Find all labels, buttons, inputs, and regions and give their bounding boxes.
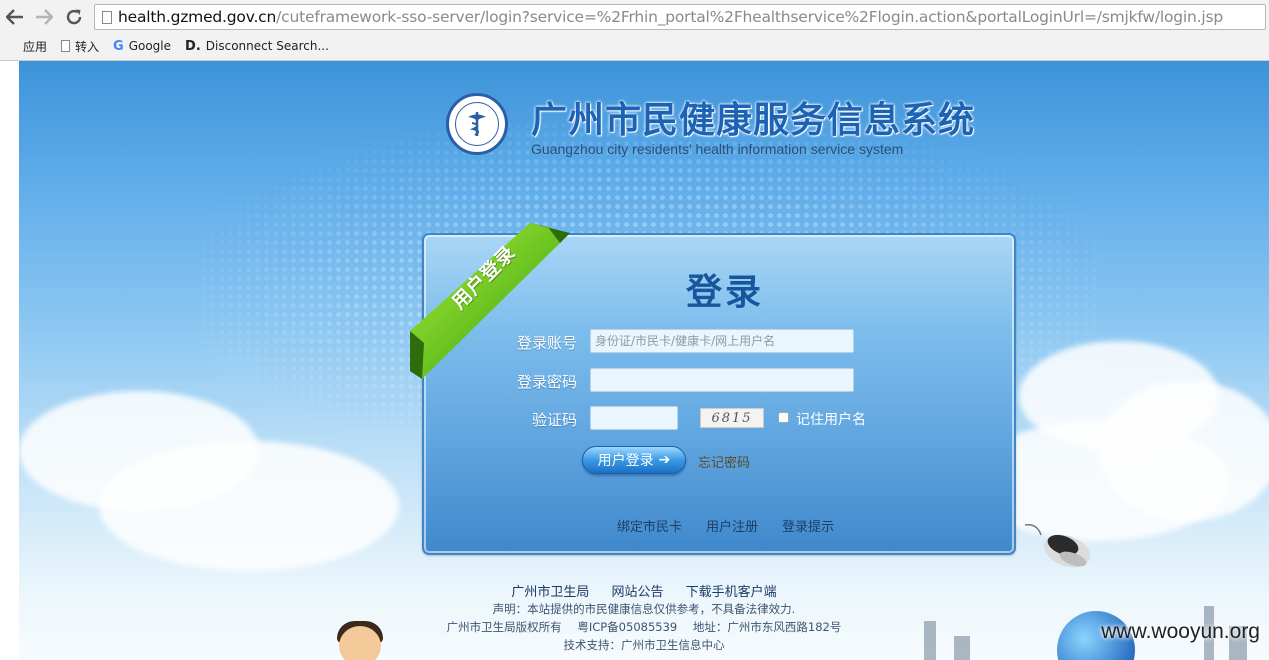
system-subtitle: Guangzhou city residents' health informa… — [531, 141, 904, 157]
url-host: health.gzmed.gov.cn — [118, 8, 277, 26]
captcha-image[interactable]: 6815 — [700, 408, 764, 428]
bookmark-zhuanru[interactable]: 转入 — [61, 38, 99, 55]
navigation-bar: health.gzmed.gov.cn/cuteframework-sso-se… — [0, 0, 1269, 34]
bookmark-disconnect[interactable]: D. Disconnect Search... — [185, 39, 329, 54]
cloud-decoration — [99, 441, 399, 571]
footer-link-announcements[interactable]: 网站公告 — [611, 585, 663, 600]
apps-icon — [6, 40, 18, 52]
health-bureau-logo — [446, 93, 508, 155]
login-ribbon: 用户登录 — [410, 221, 570, 381]
remember-username-checkbox[interactable] — [778, 412, 789, 423]
url-text[interactable]: health.gzmed.gov.cn/cuteframework-sso-se… — [118, 8, 1223, 26]
arrow-right-icon: ➔ — [658, 452, 671, 468]
footer-links: 广州市卫生局 网站公告 下载手机客户端 — [19, 581, 1269, 600]
caduceus-icon — [468, 112, 486, 136]
bookmark-label: Google — [128, 39, 172, 53]
reload-icon[interactable] — [62, 5, 86, 29]
password-input[interactable] — [590, 368, 854, 392]
watermark-text: www.wooyun.org — [1101, 620, 1260, 643]
system-title: 广州市民健康服务信息系统 — [531, 100, 976, 141]
login-page: 广州市民健康服务信息系统 Guangzhou city residents' h… — [19, 61, 1269, 660]
captcha-input[interactable] — [590, 406, 678, 430]
bookmark-label: 转入 — [75, 39, 100, 54]
url-path: /cuteframework-sso-server/login?service=… — [276, 8, 1223, 26]
disconnect-icon: D. — [185, 38, 201, 54]
footer-address: 地址：广州市东风西路182号 — [692, 620, 842, 634]
remember-username-label[interactable]: 记住用户名 — [796, 409, 866, 429]
city-building-decoration — [924, 621, 936, 660]
child-face-decoration — [339, 626, 381, 660]
browser-chrome: health.gzmed.gov.cn/cuteframework-sso-se… — [0, 0, 1269, 61]
bookmarks-bar: 应用 转入 G Google D. Disconnect Search... — [0, 35, 1269, 57]
city-building-decoration — [954, 636, 970, 660]
login-title: 登录 — [686, 272, 765, 313]
footer-copyright: 广州市卫生局版权所有 — [446, 620, 562, 634]
register-link[interactable]: 用户注册 — [706, 516, 758, 535]
login-tips-link[interactable]: 登录提示 — [782, 516, 834, 535]
login-button-label: 用户登录 — [597, 453, 654, 469]
page-icon — [102, 10, 112, 24]
address-bar[interactable]: health.gzmed.gov.cn/cuteframework-sso-se… — [94, 4, 1266, 30]
footer-link-mobile-client[interactable]: 下载手机客户端 — [686, 585, 777, 600]
footer-icp: 粤ICP备05085539 — [577, 620, 678, 634]
bind-citizen-card-link[interactable]: 绑定市民卡 — [617, 516, 682, 535]
account-input[interactable] — [590, 329, 854, 353]
bookmark-label: Disconnect Search... — [205, 39, 329, 53]
forgot-password-link[interactable]: 忘记密码 — [698, 452, 750, 471]
captcha-label: 验证码 — [532, 411, 578, 429]
left-margin — [0, 61, 19, 660]
bookmark-apps[interactable]: 应用 — [6, 38, 47, 55]
bookmark-google[interactable]: G Google — [113, 39, 171, 54]
footer-link-health-bureau[interactable]: 广州市卫生局 — [511, 585, 589, 600]
bookmark-label: 应用 — [23, 39, 48, 54]
computer-mouse-icon — [1023, 521, 1093, 577]
back-arrow-icon[interactable] — [3, 5, 27, 29]
google-icon: G — [113, 38, 124, 54]
document-icon — [61, 40, 71, 52]
login-button[interactable]: 用户登录 ➔ — [582, 446, 686, 474]
forward-arrow-icon[interactable] — [32, 5, 56, 29]
